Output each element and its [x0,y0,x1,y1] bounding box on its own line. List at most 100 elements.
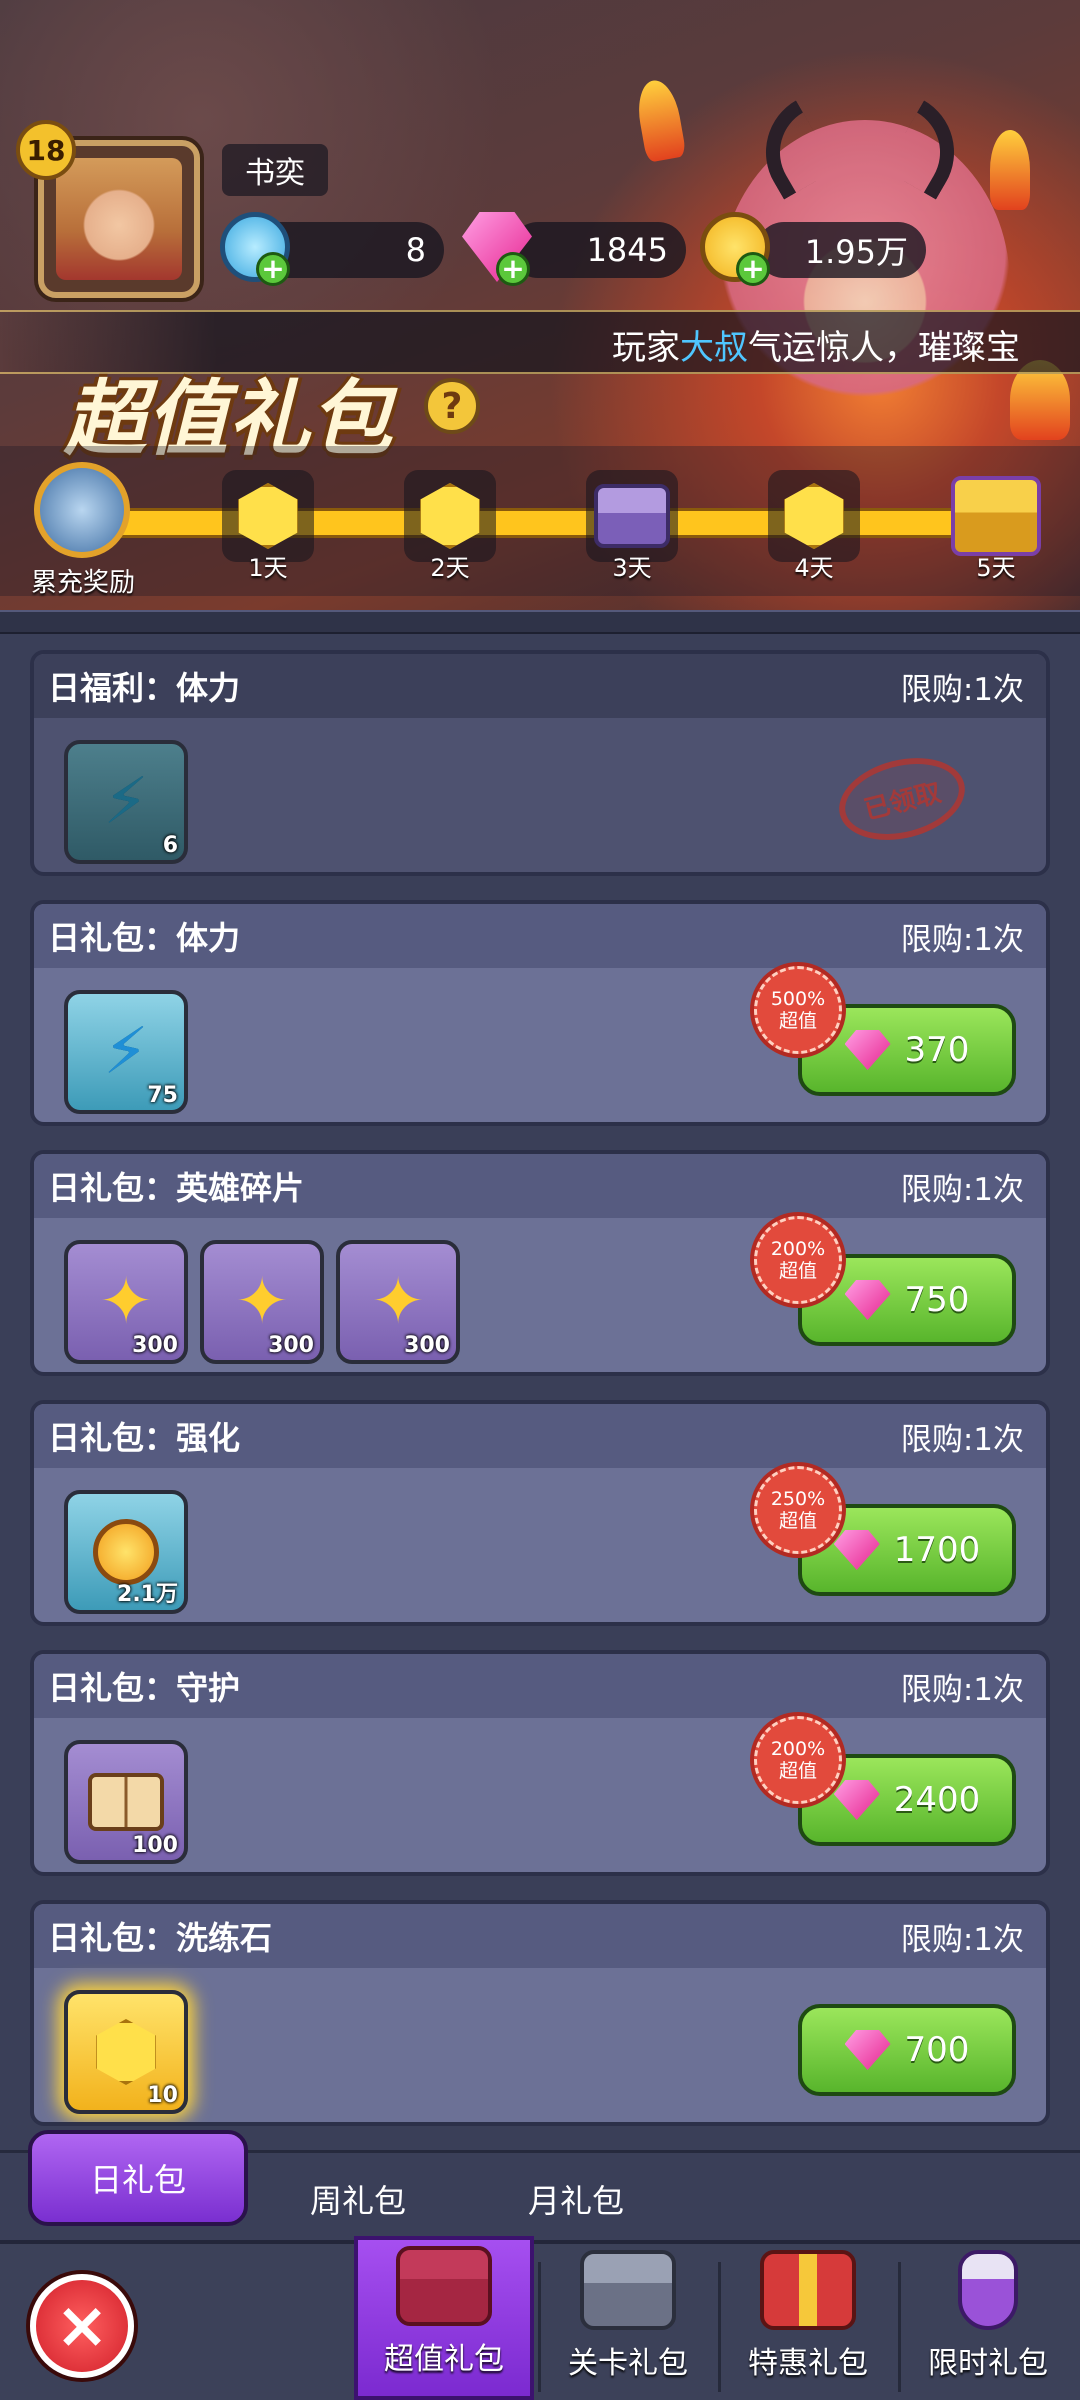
potion-bottle-icon [958,2250,1018,2330]
item-count: 300 [132,1333,178,1358]
badge-text: 超值 [778,1010,817,1032]
value-badge: 500% 超值 [754,966,842,1054]
pack-item[interactable]: 10 [64,1990,188,2114]
recharge-node-label: 2天 [430,554,470,582]
bottom-tab-label: 超值礼包 [384,2342,504,2377]
pack-header: 日礼包：英雄碎片 限购:1次 [34,1154,1046,1218]
pack-item[interactable]: ✦ 300 [336,1240,460,1364]
resource-coin: 1.95万 [756,222,926,278]
value-badge: 200% 超值 [754,1716,842,1804]
bottom-tab-label: 关卡礼包 [568,2346,688,2381]
pack-item[interactable]: 100 [64,1740,188,1864]
price: 370 [904,1030,970,1070]
diamond-icon [833,1530,880,1570]
player-level-badge: 18 [16,120,76,180]
pack-header: 日福利：体力 限购:1次 [34,654,1046,718]
red-gift-icon [760,2250,856,2330]
bottom-tab-value-pack[interactable]: 超值礼包 [354,2236,534,2400]
pack-card-enhance: 日礼包：强化 限购:1次 2.1万 1700 250% 超值 [30,1400,1050,1626]
pack-card-guardian: 日礼包：守护 限购:1次 100 2400 200% 超值 [30,1650,1050,1876]
ticker-text: 玩家大叔气运惊人，璀璨宝 [612,320,1072,369]
badge-text: 超值 [778,1760,817,1782]
gold-chest-icon [951,476,1041,556]
add-diamond-button[interactable]: + [496,252,530,286]
price: 700 [904,2030,970,2070]
pack-title: 日福利：体力 [48,669,241,707]
tab-monthly-pack[interactable]: 月礼包 [528,2176,624,2222]
section-divider [0,610,1080,634]
pack-header: 日礼包：洗练石 限购:1次 [34,1904,1046,1968]
help-icon[interactable]: ? [424,378,480,434]
purple-chest-icon [594,484,670,548]
ticker-highlight: 大叔 [680,328,748,368]
avatar-portrait [56,158,182,280]
pack-limit: 限购:1次 [900,921,1024,958]
recharge-node-label: 1天 [248,554,288,582]
pack-title: 日礼包：洗练石 [48,1919,273,1957]
bottom-tab-label: 特惠礼包 [748,2346,868,2381]
pack-item[interactable]: 2.1万 [64,1490,188,1614]
tab-weekly-pack[interactable]: 周礼包 [310,2176,406,2222]
badge-text: 超值 [778,1260,817,1282]
pack-limit: 限购:1次 [900,671,1024,708]
skull-chest-icon [580,2250,676,2330]
tab-daily-pack[interactable]: 日礼包 [28,2130,248,2226]
recharge-reward-label: 累充奖励 [30,568,135,598]
pack-item[interactable]: ✦ 300 [64,1240,188,1364]
ticker-suffix: 气运惊人，璀璨宝 [748,328,1020,368]
diamond-icon [833,1780,880,1820]
value-badge: 250% 超值 [754,1466,842,1554]
badge-percent: 200% [770,1238,826,1260]
buy-button[interactable]: 700 [798,2004,1016,2096]
pack-card-daily-stamina: 日礼包：体力 限购:1次 ⚡ 75 370 500% 超值 [30,900,1050,1126]
diamond-icon [844,1030,891,1070]
pack-item[interactable]: ⚡ 75 [64,990,188,1114]
pack-item[interactable]: ⚡ 6 [64,740,188,864]
gift-box-icon [396,2246,492,2326]
pack-list[interactable]: 日福利：体力 限购:1次 ⚡ 6 已领取 日礼包：体力 限购:1次 ⚡ 75 3… [0,634,1080,2128]
yellow-gem-icon [784,483,844,549]
recharge-node-label: 4天 [794,554,834,582]
item-count: 6 [162,833,178,858]
pack-title: 日礼包：体力 [48,919,241,957]
pack-limit: 限购:1次 [900,1421,1024,1458]
pack-limit: 限购:1次 [900,1671,1024,1708]
bottom-tab-stage-pack[interactable]: 关卡礼包 [538,2244,718,2400]
pack-card-daily-stamina-free: 日福利：体力 限购:1次 ⚡ 6 已领取 [30,650,1050,876]
flame-decoration [990,130,1030,210]
resource-value: 1845 [586,231,668,269]
badge-percent: 250% [770,1488,826,1510]
bottom-tab-label: 限时礼包 [928,2346,1048,2381]
pack-title: 日礼包：强化 [48,1419,241,1457]
badge-text: 超值 [778,1510,817,1532]
item-count: 10 [147,2083,178,2108]
resource-value: 8 [405,231,426,269]
add-stamina-crystal-button[interactable]: + [256,252,290,286]
pack-title: 日礼包：守护 [48,1669,241,1707]
hourglass-icon[interactable] [34,462,130,558]
claimed-stamp: 已领取 [830,745,974,853]
value-badge: 200% 超值 [754,1216,842,1304]
flame-decoration [633,77,687,163]
pack-header: 日礼包：守护 限购:1次 [34,1654,1046,1718]
player-name: 书奕 [222,144,328,196]
add-coin-button[interactable]: + [736,252,770,286]
resource-diamond: 1845 [510,222,686,278]
resource-value: 1.95万 [804,233,908,271]
diamond-icon [844,1280,891,1320]
close-button[interactable]: × [30,2274,134,2378]
pack-limit: 限购:1次 [900,1921,1024,1958]
bottom-tab-limited-pack[interactable]: 限时礼包 [898,2244,1078,2400]
bottom-tab-special-pack[interactable]: 特惠礼包 [718,2244,898,2400]
item-count: 100 [132,1833,178,1858]
item-count: 2.1万 [117,1582,178,1607]
character-art [720,120,1010,450]
pack-item[interactable]: ✦ 300 [200,1240,324,1364]
pack-limit: 限购:1次 [900,1171,1024,1208]
item-count: 75 [147,1083,178,1108]
pack-header: 日礼包：体力 限购:1次 [34,904,1046,968]
pack-title: 日礼包：英雄碎片 [48,1169,305,1207]
item-count: 300 [404,1333,450,1358]
pack-card-refine-stone: 日礼包：洗练石 限购:1次 10 700 [30,1900,1050,2126]
yellow-gem-icon [420,483,480,549]
